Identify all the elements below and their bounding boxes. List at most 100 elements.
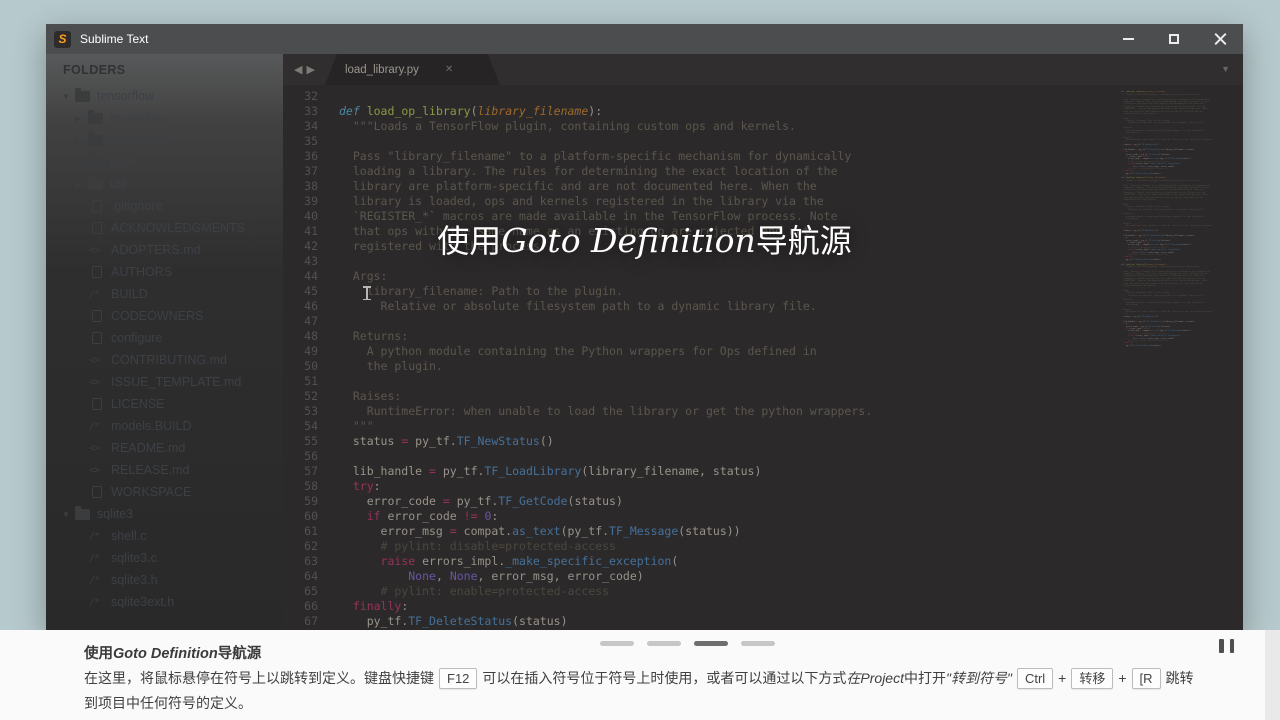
code-line[interactable]: 46 Relative or absolute filesystem path … <box>283 299 1243 314</box>
sidebar-item-util[interactable]: ▶ util <box>46 173 283 195</box>
chevron-right-icon: ▶ <box>75 157 82 167</box>
code-line[interactable]: 38 library are platform-specific and are… <box>283 179 1243 194</box>
close-button[interactable] <box>1197 24 1243 54</box>
line-number: 67 <box>304 614 318 628</box>
code-line[interactable]: 39 library is loaded, ops and kernels re… <box>283 194 1243 209</box>
sidebar-item-label: .gitignore <box>111 199 163 213</box>
file-icon <box>92 398 102 410</box>
code-line[interactable]: 59 error_code = py_tf.TF_GetCode(status) <box>283 494 1243 509</box>
tab-close-icon[interactable]: ✕ <box>445 64 453 75</box>
line-number: 57 <box>304 464 318 478</box>
sidebar-item-readme-md[interactable]: <> README.md <box>46 437 283 459</box>
code-line[interactable]: 32 <box>283 89 1243 104</box>
sidebar-item-label: tensorflow <box>97 89 154 103</box>
code-line[interactable]: 67 py_tf.TF_DeleteStatus(status) <box>283 614 1243 629</box>
text-cursor-icon <box>363 286 371 301</box>
editor[interactable]: ◀ ▶ load_library.py ✕ ▼ 32 33 def load_op_… <box>283 54 1243 630</box>
history-back-icon[interactable]: ◀ <box>294 63 302 76</box>
sidebar-item-models-build[interactable]: /* models.BUILD <box>46 415 283 437</box>
sidebar-item-label: sqlite3.c <box>111 551 157 565</box>
code-line[interactable]: 55 status = py_tf.TF_NewStatus() <box>283 434 1243 449</box>
sidebar-item-contributing-md[interactable]: <> CONTRIBUTING.md <box>46 349 283 371</box>
code-line[interactable]: 51 <box>283 374 1243 389</box>
code-line[interactable]: 36 Pass "library_filename" to a platform… <box>283 149 1243 164</box>
pagination-dash-4[interactable] <box>741 641 775 646</box>
code-line[interactable]: 50 the plugin. <box>283 359 1243 374</box>
sidebar-item-release-md[interactable]: <> RELEASE.md <box>46 459 283 481</box>
code-line[interactable]: 66 finally: <box>283 599 1243 614</box>
pagination-dash-3[interactable] <box>694 641 728 646</box>
code-line[interactable]: 47 <box>283 314 1243 329</box>
minimize-button[interactable] <box>1105 24 1151 54</box>
code-line[interactable]: 58 try: <box>283 479 1243 494</box>
code-line[interactable]: 60 if error_code != 0: <box>283 509 1243 524</box>
sidebar-item-codeowners[interactable]: CODEOWNERS <box>46 305 283 327</box>
code-area[interactable]: 32 33 def load_op_library(library_filename… <box>283 85 1243 630</box>
code-line[interactable]: 65 # pylint: enable=protected-access <box>283 584 1243 599</box>
sidebar-item-sqlite3-c[interactable]: /* sqlite3.c <box>46 547 283 569</box>
line-number: 38 <box>304 179 318 193</box>
code-line[interactable]: 63 raise errors_impl._make_specific_exce… <box>283 554 1243 569</box>
code-line[interactable]: 56 <box>283 449 1243 464</box>
code-line[interactable]: 61 error_msg = compat.as_text(py_tf.TF_M… <box>283 524 1243 539</box>
pause-button[interactable] <box>1219 639 1234 653</box>
code-line[interactable]: 57 lib_handle = py_tf.TF_LoadLibrary(lib… <box>283 464 1243 479</box>
sidebar-item-label: tools <box>110 155 137 169</box>
keycap: F12 <box>439 668 478 689</box>
code-line[interactable]: 35 <box>283 134 1243 149</box>
pagination <box>600 641 775 646</box>
sidebar-item--gitignore[interactable]: .gitignore <box>46 195 283 217</box>
code-line[interactable]: 54 """ <box>283 419 1243 434</box>
line-number: 37 <box>304 164 318 178</box>
markup-file-icon: <> <box>89 376 100 388</box>
sidebar-item-tensorflow[interactable]: ▶ tensorflow <box>46 107 283 129</box>
code-line[interactable]: 45 library_filename: Path to the plugin. <box>283 284 1243 299</box>
line-number: 44 <box>304 269 318 283</box>
sidebar-item-sqlite3ext-h[interactable]: /* sqlite3ext.h <box>46 591 283 613</box>
file-icon <box>92 332 102 344</box>
code-line[interactable]: 62 # pylint: disable=protected-access <box>283 539 1243 554</box>
file-icon <box>92 200 102 212</box>
sidebar-item-tensorflow[interactable]: ▼ tensorflow <box>46 85 283 107</box>
tutorial-title: 使用Goto Definition导航源 <box>84 646 262 662</box>
sidebar-item-authors[interactable]: AUTHORS <box>46 261 283 283</box>
tab-overflow-icon[interactable]: ▼ <box>1221 64 1230 74</box>
code-line[interactable]: 33 def load_op_library(library_filename): <box>283 104 1243 119</box>
sidebar-item-license[interactable]: LICENSE <box>46 393 283 415</box>
sidebar-item-label: BUILD <box>111 287 148 301</box>
sidebar-item-issue-template-md[interactable]: <> ISSUE_TEMPLATE.md <box>46 371 283 393</box>
file-icon <box>92 486 102 498</box>
maximize-button[interactable] <box>1151 24 1197 54</box>
folder-icon <box>88 109 103 124</box>
code-line[interactable]: 44 Args: <box>283 269 1243 284</box>
line-number: 49 <box>304 344 318 358</box>
folder-tree: ▼ tensorflow ▶ tensorflow ▶ third_party ▶ tools… <box>46 85 283 613</box>
folder-icon <box>75 87 90 102</box>
line-number: 33 <box>304 104 318 118</box>
history-forward-icon[interactable]: ▶ <box>306 63 314 76</box>
code-line[interactable]: 34 """Loads a TensorFlow plugin, contain… <box>283 119 1243 134</box>
sidebar-item-sqlite3-h[interactable]: /* sqlite3.h <box>46 569 283 591</box>
sidebar-item-label: AUTHORS <box>111 265 173 279</box>
code-line[interactable]: 48 Returns: <box>283 329 1243 344</box>
code-line[interactable]: 53 RuntimeError: when unable to load the… <box>283 404 1243 419</box>
source-file-icon: /* <box>89 530 100 542</box>
pagination-dash-2[interactable] <box>647 641 681 646</box>
sidebar-item-label: ISSUE_TEMPLATE.md <box>111 375 242 389</box>
tab-load-library[interactable]: load_library.py ✕ <box>325 54 500 85</box>
sidebar-item-tools[interactable]: ▶ tools <box>46 151 283 173</box>
code-line[interactable]: 37 loading a library. The rules for dete… <box>283 164 1243 179</box>
keycap: 转移 <box>1071 668 1114 689</box>
code-line[interactable]: 49 A python module containing the Python… <box>283 344 1243 359</box>
sidebar-item-sqlite3[interactable]: ▼ sqlite3 <box>46 503 283 525</box>
sidebar-item-third-party[interactable]: ▶ third_party <box>46 129 283 151</box>
sidebar-item-shell-c[interactable]: /* shell.c <box>46 525 283 547</box>
pagination-dash-1[interactable] <box>600 641 634 646</box>
code-line[interactable]: 64 None, None, error_msg, error_code) <box>283 569 1243 584</box>
sidebar-item-build[interactable]: /* BUILD <box>46 283 283 305</box>
code-line[interactable]: 52 Raises: <box>283 389 1243 404</box>
folder-icon <box>75 505 90 520</box>
sidebar-item-workspace[interactable]: WORKSPACE <box>46 481 283 503</box>
sidebar-item-configure[interactable]: configure <box>46 327 283 349</box>
tutorial-scrollbar[interactable] <box>1265 630 1280 720</box>
